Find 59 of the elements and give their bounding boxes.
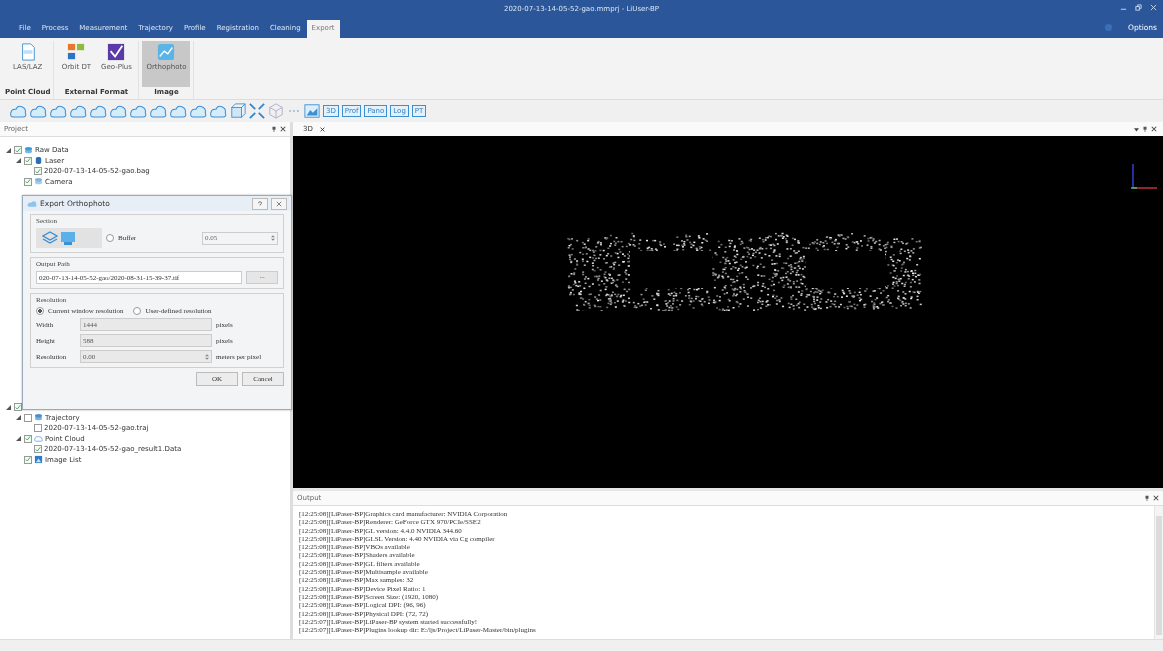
cloud-icon: [27, 199, 37, 208]
checkbox[interactable]: [24, 177, 32, 186]
checkbox[interactable]: [34, 445, 42, 454]
help-icon: [257, 200, 263, 207]
dropdown-arrow-icon[interactable]: [1134, 126, 1139, 132]
cloud-icon[interactable]: [190, 103, 207, 119]
cloud-icon[interactable]: [150, 103, 167, 119]
radio-button[interactable]: [36, 307, 44, 315]
cloud-icon[interactable]: [110, 103, 127, 119]
pin-icon[interactable]: [1142, 126, 1148, 132]
close-icon[interactable]: [1151, 126, 1157, 132]
expand-arrow-icon[interactable]: [6, 404, 12, 410]
squares-icon: [67, 43, 86, 61]
pin-icon[interactable]: [1144, 495, 1150, 501]
layers-icon: [42, 230, 58, 246]
checkbox[interactable]: [14, 403, 22, 412]
cube-icon[interactable]: [230, 103, 246, 119]
expand-arrow-icon[interactable]: [16, 415, 22, 421]
close-icon[interactable]: [1153, 495, 1159, 501]
cloud-icon[interactable]: [90, 103, 107, 119]
checkbox[interactable]: [24, 156, 32, 165]
expand-icon[interactable]: [249, 103, 265, 119]
image-icon: [157, 43, 176, 61]
mode-selector[interactable]: [36, 228, 102, 248]
cylinder-icon: [34, 156, 43, 166]
checkbox[interactable]: [34, 424, 42, 433]
close-icon: [276, 200, 282, 207]
radio-button[interactable]: [133, 307, 142, 315]
picture-icon[interactable]: [304, 103, 320, 119]
checkmark-icon: [107, 43, 126, 61]
expand-arrow-icon[interactable]: [16, 436, 22, 442]
cloud-icon[interactable]: [130, 103, 147, 119]
close-button[interactable]: [271, 197, 287, 210]
restore-icon[interactable]: [1135, 4, 1142, 11]
cloud-icon[interactable]: [50, 103, 67, 119]
checkbox[interactable]: [34, 167, 42, 176]
cloud-icon[interactable]: [70, 103, 87, 119]
stack-icon: [24, 145, 33, 155]
checkbox[interactable]: [24, 434, 32, 443]
help-button[interactable]: [252, 197, 268, 210]
cloud-icon: [34, 434, 43, 444]
spin-arrows-icon: [271, 235, 275, 241]
cube-outline-icon[interactable]: [268, 103, 284, 119]
radio-button[interactable]: [106, 234, 114, 242]
cloud-icon[interactable]: [10, 103, 27, 119]
checkbox[interactable]: [24, 413, 32, 422]
close-icon[interactable]: [319, 126, 325, 132]
cloud-icon[interactable]: [210, 103, 227, 119]
pin-icon[interactable]: [271, 126, 277, 132]
cloud-icon[interactable]: [30, 103, 47, 119]
expand-arrow-icon[interactable]: [16, 158, 22, 164]
checkbox[interactable]: [24, 455, 32, 464]
cloud-icon[interactable]: [170, 103, 187, 119]
scrollbar[interactable]: [1154, 506, 1163, 639]
monitor-icon: [60, 230, 76, 246]
expand-arrow-icon[interactable]: [6, 147, 12, 153]
checkbox[interactable]: [14, 146, 22, 155]
image-icon: [34, 455, 43, 465]
close-icon[interactable]: [280, 126, 286, 132]
